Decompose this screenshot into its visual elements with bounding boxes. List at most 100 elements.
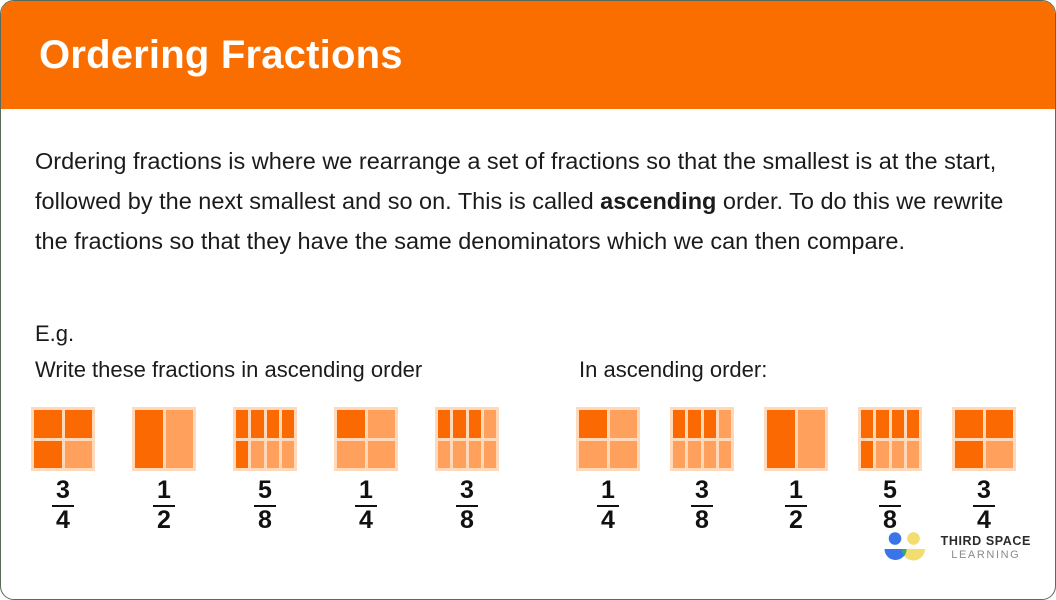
fraction-cell-filled xyxy=(703,410,716,438)
fraction-model-5-8: 58 xyxy=(233,407,297,534)
fraction-model-3-4: 34 xyxy=(952,407,1016,534)
fraction-cell-empty xyxy=(718,410,731,438)
fraction-cell-empty xyxy=(876,440,889,468)
brand-logo-text: THIRD SPACE LEARNING xyxy=(941,534,1031,561)
fraction-cell-filled xyxy=(266,410,279,438)
fraction-cell-filled xyxy=(906,410,919,438)
fraction-denominator: 4 xyxy=(56,506,70,535)
brand-name-line1: THIRD SPACE xyxy=(940,534,1031,549)
fraction-cell-filled xyxy=(985,410,1013,438)
fraction-cell-filled xyxy=(236,440,249,468)
fraction-model-1-2: 12 xyxy=(132,407,196,534)
prompt-ordered: In ascending order: xyxy=(579,357,768,382)
fraction-cell-empty xyxy=(609,410,637,438)
fraction-grid xyxy=(670,407,734,471)
fraction-denominator: 2 xyxy=(157,506,171,535)
fraction-grid xyxy=(435,407,499,471)
fraction-cell-filled xyxy=(579,410,607,438)
fraction-denominator: 8 xyxy=(258,506,272,535)
brand-logo: THIRD SPACE LEARNING xyxy=(881,531,1031,565)
brand-name-line2: LEARNING xyxy=(951,548,1021,561)
slide-header: Ordering Fractions xyxy=(1,1,1055,109)
fraction-denominator: 4 xyxy=(601,506,615,535)
fraction-numerator: 1 xyxy=(789,476,803,504)
fraction-cell-empty xyxy=(891,440,904,468)
fraction-cell-empty xyxy=(251,440,264,468)
fraction-grid xyxy=(334,407,398,471)
fraction-cell-empty xyxy=(985,440,1013,468)
fraction-cell-filled xyxy=(688,410,701,438)
fraction-grid xyxy=(764,407,828,471)
fraction-cell-filled xyxy=(34,410,62,438)
fraction-cell-empty xyxy=(797,410,825,468)
fraction-cell-filled xyxy=(34,440,62,468)
fraction-row-unordered: 3412581438 xyxy=(31,407,499,534)
fraction-label: 58 xyxy=(879,476,901,535)
fraction-numerator: 3 xyxy=(56,476,70,504)
fraction-label: 38 xyxy=(691,476,713,535)
fraction-cell-filled xyxy=(861,440,874,468)
fraction-cell-filled xyxy=(767,410,795,468)
fraction-cell-filled xyxy=(861,410,874,438)
fraction-cell-empty xyxy=(673,440,686,468)
fraction-label: 14 xyxy=(355,476,377,535)
fraction-model-3-8: 38 xyxy=(435,407,499,534)
page-title: Ordering Fractions xyxy=(39,32,403,77)
fraction-cell-filled xyxy=(236,410,249,438)
fraction-cell-empty xyxy=(483,440,496,468)
example-label: E.g. xyxy=(35,321,75,346)
fraction-cell-filled xyxy=(876,410,889,438)
fraction-denominator: 4 xyxy=(359,506,373,535)
fraction-denominator: 8 xyxy=(883,506,897,535)
fraction-grid xyxy=(952,407,1016,471)
fraction-denominator: 2 xyxy=(789,506,803,535)
fraction-label: 12 xyxy=(785,476,807,535)
fraction-cell-empty xyxy=(688,440,701,468)
fraction-label: 58 xyxy=(254,476,276,535)
fraction-model-3-8: 38 xyxy=(670,407,734,534)
fraction-cell-empty xyxy=(468,440,481,468)
fraction-grid xyxy=(31,407,95,471)
fraction-model-5-8: 58 xyxy=(858,407,922,534)
intro-bold-term: ascending xyxy=(600,188,717,214)
fraction-cell-filled xyxy=(251,410,264,438)
fraction-model-1-4: 14 xyxy=(334,407,398,534)
prompt-unordered: Write these fractions in ascending order xyxy=(35,357,423,382)
fraction-label: 14 xyxy=(597,477,619,535)
fraction-numerator: 5 xyxy=(258,476,272,504)
fraction-numerator: 5 xyxy=(883,476,897,504)
fraction-denominator: 4 xyxy=(977,506,991,535)
fraction-label: 38 xyxy=(456,476,478,535)
third-space-learning-logo-icon xyxy=(881,531,931,565)
fraction-row-ordered: 1438125834 xyxy=(576,407,1016,534)
fraction-cell-empty xyxy=(906,440,919,468)
fraction-cell-empty xyxy=(266,440,279,468)
fraction-cell-filled xyxy=(673,410,686,438)
fraction-model-1-4: 14 xyxy=(576,407,640,534)
fraction-label: 34 xyxy=(973,476,995,535)
fraction-grid xyxy=(132,407,196,471)
fraction-cell-empty xyxy=(703,440,716,468)
fraction-model-3-4: 34 xyxy=(31,407,95,534)
fraction-model-1-2: 12 xyxy=(764,407,828,534)
fraction-label: 34 xyxy=(52,476,74,535)
fraction-cell-filled xyxy=(453,410,466,438)
fraction-cell-filled xyxy=(64,410,92,438)
fraction-cell-empty xyxy=(367,440,395,468)
fraction-cell-empty xyxy=(483,410,496,438)
fraction-numerator: 3 xyxy=(460,476,474,504)
fraction-numerator: 1 xyxy=(359,476,373,504)
fraction-cell-empty xyxy=(438,440,451,468)
fraction-cell-filled xyxy=(955,440,983,468)
fraction-cell-empty xyxy=(579,440,607,468)
slide: Ordering Fractions Ordering fractions is… xyxy=(0,0,1056,600)
fraction-denominator: 8 xyxy=(695,506,709,535)
fraction-grid xyxy=(576,407,640,471)
fraction-numerator: 3 xyxy=(695,476,709,504)
fraction-numerator: 3 xyxy=(977,476,991,504)
fraction-cell-filled xyxy=(955,410,983,438)
fraction-denominator: 8 xyxy=(460,506,474,535)
fraction-numerator: 1 xyxy=(157,476,171,504)
fraction-label: 12 xyxy=(153,476,175,535)
fraction-cell-empty xyxy=(165,410,193,468)
